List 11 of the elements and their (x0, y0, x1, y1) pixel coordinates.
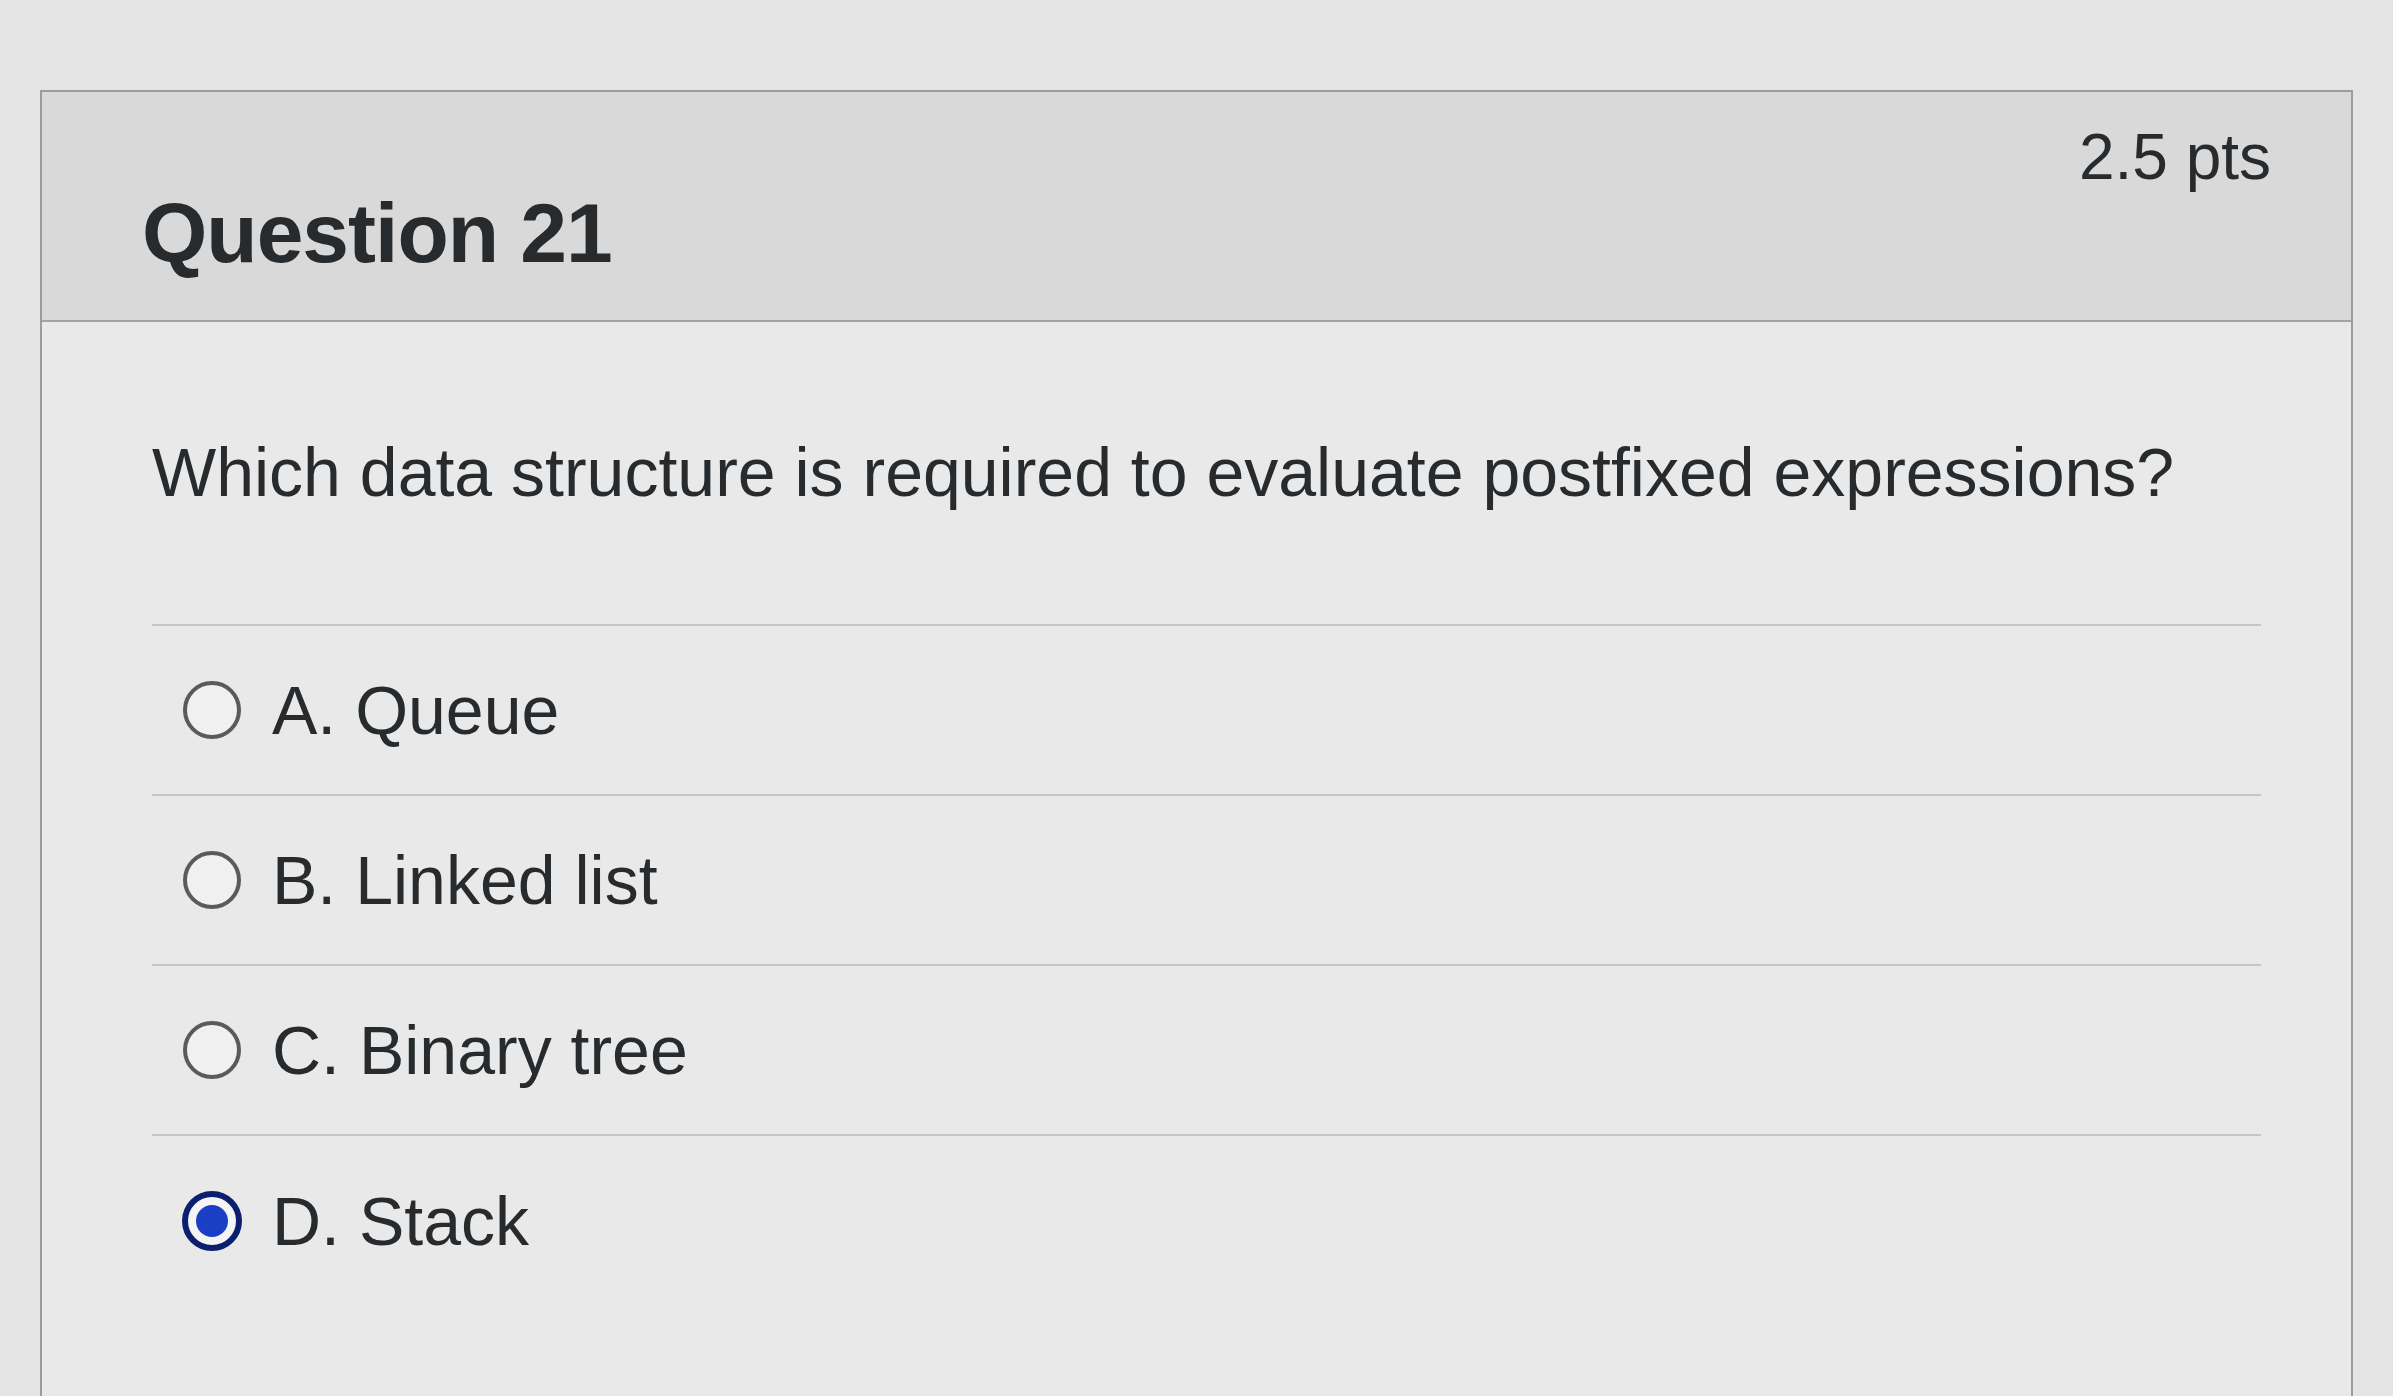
radio-button[interactable] (182, 679, 242, 740)
radio-button[interactable] (182, 1190, 242, 1251)
radio-button[interactable] (182, 1019, 242, 1080)
question-text: Which data structure is required to evaluate postfixed expressions? (152, 433, 2176, 512)
option-label: C. Binary tree (272, 1010, 688, 1089)
option-label: D. Stack (272, 1181, 529, 1260)
question-title: Question 21 (142, 185, 612, 282)
radio-button[interactable] (182, 849, 242, 910)
points-label: 2.5 pts (2078, 120, 2271, 194)
option-label: B. Linked list (272, 840, 658, 919)
option-label: A. Queue (272, 670, 560, 749)
